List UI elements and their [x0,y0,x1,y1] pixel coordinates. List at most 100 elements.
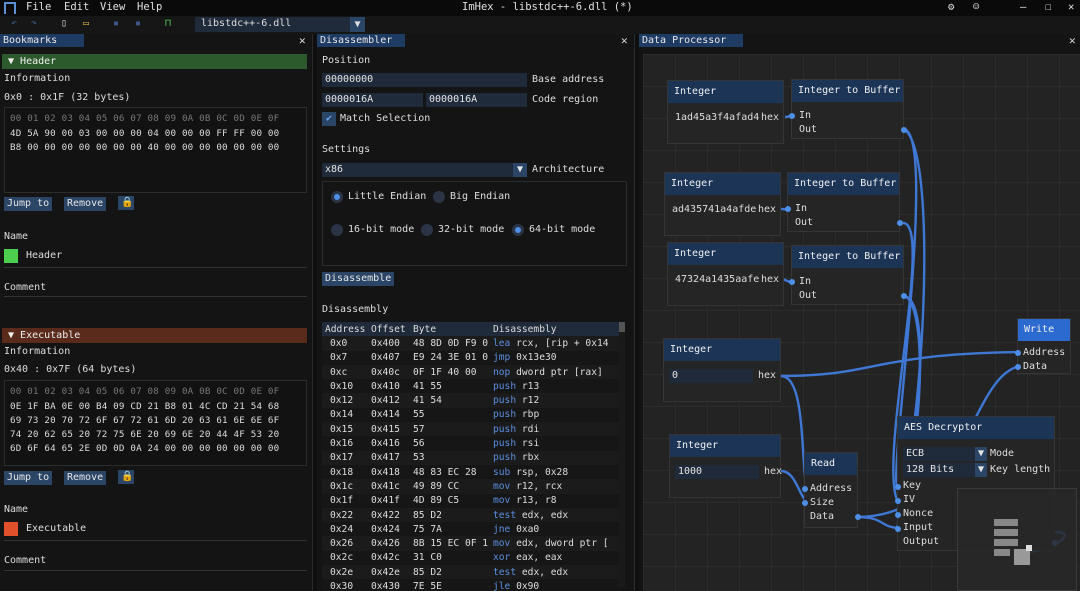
table-row[interactable]: 0x18 0x418 48 83 EC 28 sub rsp, 0x28 [322,464,622,480]
bookmark-executable-header[interactable]: ▼ Executable [2,328,307,343]
table-row[interactable]: 0xc 0x40c 0F 1F 40 00 nop dword ptr [rax] [322,364,622,380]
jump-to-button[interactable]: Jump to [4,471,53,485]
table-row[interactable]: 0x12 0x412 41 54 push r12 [322,393,622,408]
tab-disassembler[interactable]: Disassembler [317,34,405,47]
column-header[interactable]: Offset [368,322,410,336]
new-file-icon[interactable]: ▯ [58,18,70,30]
menu-edit[interactable]: Edit [64,1,89,13]
lock-icon[interactable]: 🔒 [118,470,134,484]
input-pin[interactable] [802,486,808,492]
table-row[interactable]: 0x26 0x426 8B 15 EC 0F 1 mov edx, dword ptr… [322,536,622,551]
table-row[interactable]: 0x14 0x414 55 push rbp [322,407,622,423]
redo-icon[interactable]: ↷ [28,18,40,30]
hex-view[interactable]: 00 01 02 03 04 05 06 07 08 09 0A 0B 0C 0… [4,107,307,193]
table-row[interactable]: 0x1c 0x41c 49 89 CC mov r12, rcx [322,479,622,494]
table-row[interactable]: 0x1f 0x41f 4D 89 C5 mov r13, r8 [322,493,622,508]
input-pin[interactable] [785,206,791,212]
region-end-input[interactable]: 0000016A [426,93,527,107]
save-as-icon[interactable]: ▪ [132,18,144,30]
undo-icon[interactable]: ↶ [8,18,20,30]
file-selector[interactable]: libstdc++-6.dll ▼ [195,17,365,32]
table-row[interactable]: 0x0 0x400 48 8D 0D F9 0 lea rcx, [rip + 0x1… [322,336,622,351]
input-pin[interactable] [1015,364,1021,370]
architecture-select[interactable]: x86 ▼ [322,163,527,177]
table-row[interactable]: 0x22 0x422 85 D2 test edx, edx [322,507,622,523]
output-pin[interactable] [901,127,907,133]
64-bit-radio[interactable] [512,224,524,236]
table-row[interactable]: 0x7 0x407 E9 24 3E 01 0 jmp 0x13e30 [322,350,622,365]
input-pin[interactable] [895,512,901,518]
remove-button[interactable]: Remove [64,471,107,485]
color-swatch[interactable] [4,249,18,263]
table-row[interactable]: 0x30 0x430 7E 5E jle 0x90 [322,579,622,591]
settings-icon[interactable]: ⚙ [948,1,954,13]
column-header[interactable]: Byte [410,322,490,336]
save-icon[interactable]: ▪ [110,18,122,30]
table-row[interactable]: 0x2c 0x42c 31 C0 xor eax, eax [322,550,622,566]
hex-view[interactable]: 00 01 02 03 04 05 06 07 08 09 0A 0B 0C 0… [4,380,307,466]
disassemble-button[interactable]: Disassemble [322,272,395,286]
table-row[interactable]: 0x24 0x424 75 7A jne 0xa0 [322,522,622,537]
bookmark-icon[interactable]: ⊓ [162,18,174,30]
write-node[interactable]: Write Address Data [1015,318,1071,374]
integer-node[interactable]: Integer 47324a1435aafe hex [667,242,784,306]
close-window-icon[interactable]: ✕ [1068,1,1074,13]
color-swatch[interactable] [4,522,18,536]
integer-node[interactable]: Integer 1000 hex [669,434,782,498]
output-pin[interactable] [855,514,861,520]
big-endian-radio[interactable] [433,191,445,203]
input-pin[interactable] [802,500,808,506]
16-bit-radio[interactable] [331,224,343,236]
input-pin[interactable] [895,526,901,532]
table-row[interactable]: 0x2e 0x42e 85 D2 test edx, edx [322,565,622,580]
integer-value[interactable]: 1ad45a3f4afad4 [675,112,759,123]
open-file-icon[interactable]: ▭ [80,18,92,30]
region-start-input[interactable]: 0000016A [322,93,423,107]
mode-select[interactable]: ECB ▼ [903,447,987,461]
base-address-input[interactable]: 00000000 [322,73,527,87]
input-pin[interactable] [789,113,795,119]
menu-file[interactable]: File [26,1,51,13]
little-endian-radio[interactable] [331,191,343,203]
key-length-select[interactable]: 128 Bits ▼ [903,463,987,477]
input-pin[interactable] [789,279,795,285]
input-pin[interactable] [1015,350,1021,356]
match-selection-checkbox[interactable]: ✔ [322,112,336,126]
table-row[interactable]: 0x17 0x417 53 push rbx [322,450,622,465]
32-bit-radio[interactable] [421,224,433,236]
integer-to-buffer-node[interactable]: Integer to Buffer In Out [785,172,903,232]
integer-value[interactable]: 1000 [675,465,759,479]
name-value[interactable]: Executable [26,523,86,534]
integer-to-buffer-node[interactable]: Integer to Buffer In Out [789,245,907,305]
name-value[interactable]: Header [26,250,62,261]
integer-value[interactable]: ad435741a4afde [672,204,756,215]
output-pin[interactable] [901,293,907,299]
table-row[interactable]: 0x16 0x416 56 push rsi [322,436,622,451]
integer-node[interactable]: Integer 0 hex [663,338,781,402]
menu-view[interactable]: View [100,1,125,13]
menu-help[interactable]: Help [137,1,162,13]
read-node[interactable]: Read Address Size Data [802,452,861,528]
disassembly-table[interactable]: Address Offset Byte Disassembly 0x0 0x400… [322,322,622,591]
minimize-icon[interactable]: — [1020,1,1026,13]
maximize-icon[interactable]: ☐ [1045,1,1051,13]
column-header[interactable]: Address [322,322,368,336]
column-header[interactable]: Disassembly [490,322,622,336]
bookmark-header-header[interactable]: ▼ Header [2,54,307,69]
integer-to-buffer-node[interactable]: Integer to Buffer In Out [789,79,907,139]
integer-node[interactable]: Integer 1ad45a3f4afad4 hex [667,80,784,144]
table-row[interactable]: 0x15 0x415 57 push rdi [322,422,622,437]
tab-bookmarks[interactable]: Bookmarks [0,34,84,47]
integer-node[interactable]: Integer ad435741a4afde hex [664,172,781,236]
remove-button[interactable]: Remove [64,197,107,211]
close-icon[interactable]: ✕ [621,34,628,47]
smiley-icon[interactable]: ☺ [973,1,979,13]
input-pin[interactable] [895,484,901,490]
integer-value[interactable]: 0 [669,369,753,383]
lock-icon[interactable]: 🔒 [118,196,134,210]
integer-value[interactable]: 47324a1435aafe [675,274,759,285]
input-pin[interactable] [895,498,901,504]
jump-to-button[interactable]: Jump to [4,197,53,211]
scrollbar[interactable] [619,322,625,587]
close-icon[interactable]: ✕ [299,34,306,47]
